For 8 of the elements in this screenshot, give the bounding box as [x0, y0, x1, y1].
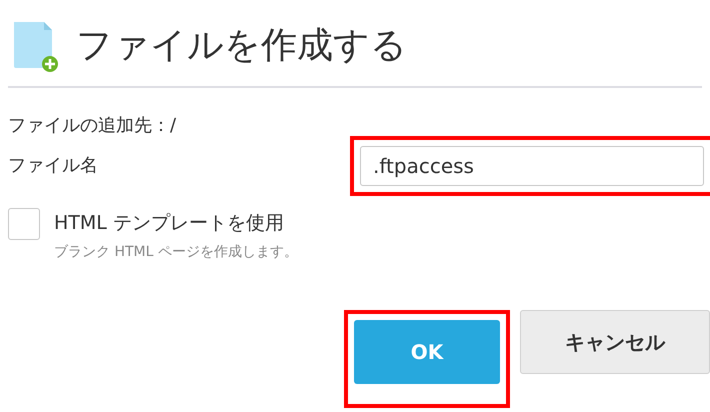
- dialog-title: ファイルを作成する: [76, 28, 407, 64]
- destination-label: ファイルの追加先：/: [8, 114, 178, 138]
- file-name-label: ファイル名: [8, 154, 99, 178]
- file-name-field[interactable]: .ftpaccess: [360, 146, 704, 186]
- template-label: HTML テンプレートを使用: [54, 211, 285, 236]
- template-checkbox[interactable]: [8, 208, 40, 240]
- template-hint: ブランク HTML ページを作成します。: [54, 243, 298, 262]
- cancel-button[interactable]: キャンセル: [520, 310, 710, 374]
